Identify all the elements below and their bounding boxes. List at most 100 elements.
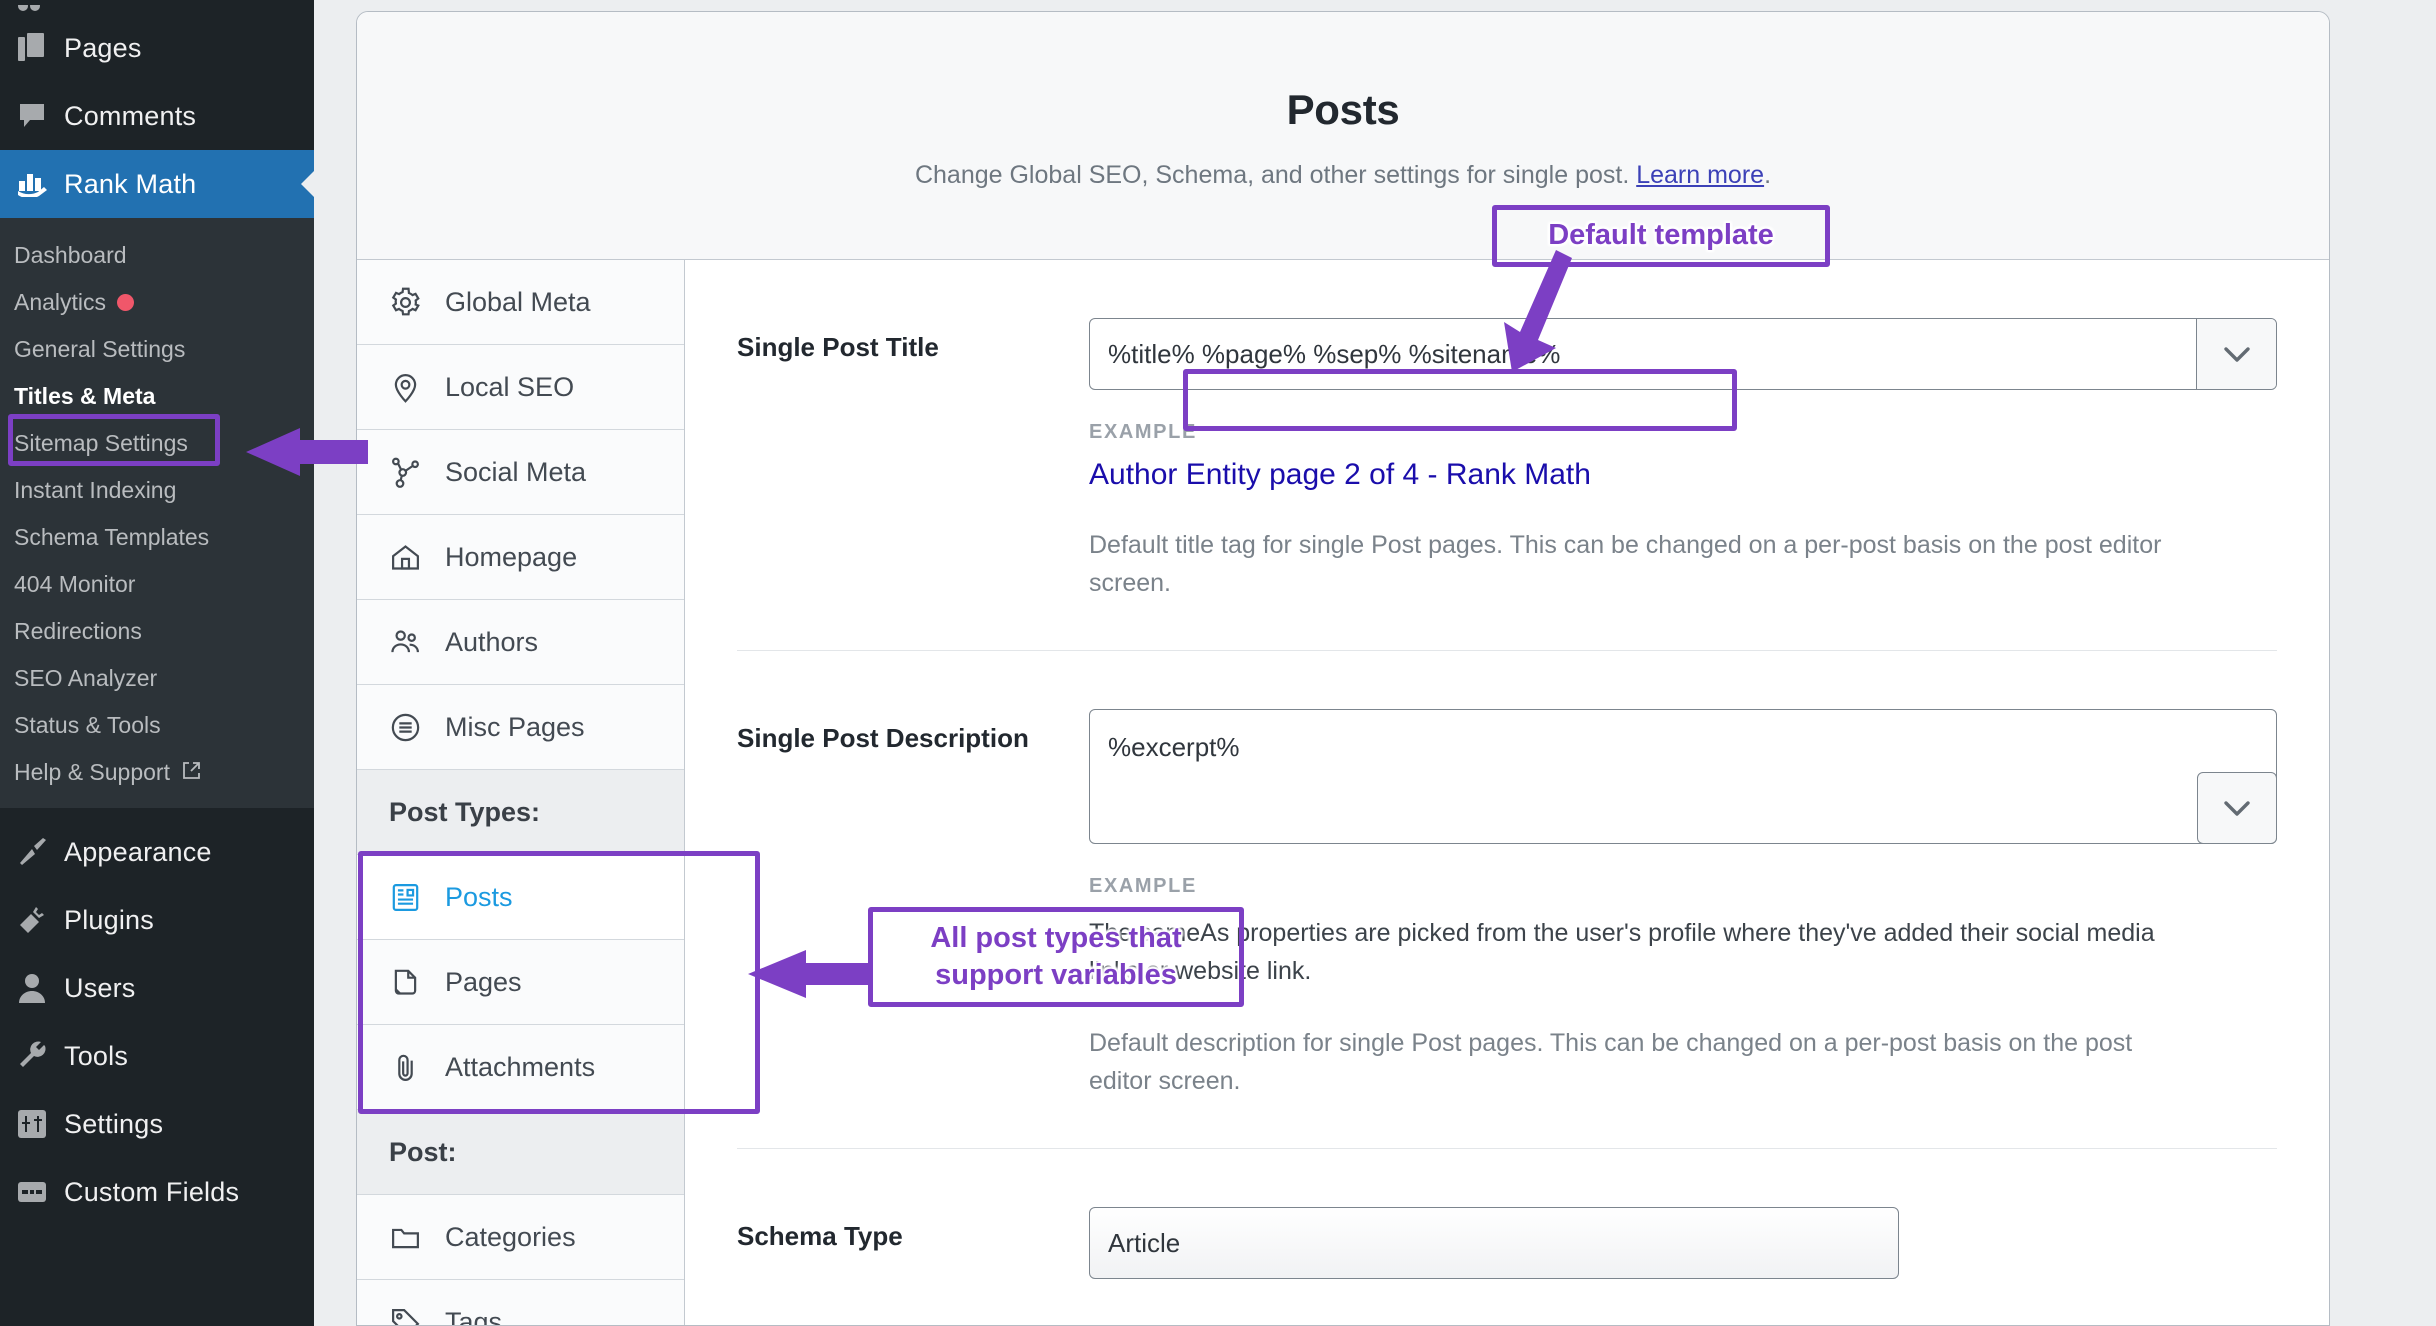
tab-label: Tags [445,1306,503,1326]
field-single-post-title: Single Post Title %title% %page% %sep% %… [737,260,2277,651]
sidebar-item-label: Appearance [64,836,212,867]
tools-wrench-icon [18,1038,64,1074]
submenu-label: Help & Support [14,758,170,785]
field-help-text: Default title tag for single Post pages.… [1089,531,2162,597]
pages-icon [18,30,64,66]
sidebar-bottom-group: Appearance Plugins Users Tools Settings [0,808,314,1226]
submenu-label: General Settings [14,335,186,362]
home-icon [389,541,445,574]
example-value: Author Entity page 2 of 4 - Rank Math [1089,458,1591,491]
tab-label: Homepage [445,541,578,572]
sidebar-item-pages[interactable]: Pages [0,14,314,82]
post-article-icon [389,881,445,914]
tab-label: Categories [445,1221,576,1252]
settings-card: Posts Change Global SEO, Schema, and oth… [356,11,2330,1326]
submenu-item-schema-templates[interactable]: Schema Templates [0,519,314,555]
tab-label: Posts [445,881,513,912]
submenu-label: Redirections [14,617,142,644]
wordpress-admin-sidebar: Pages Comments Rank Math Dashboard Analy… [0,0,314,1326]
submenu-item-analytics[interactable]: Analytics [0,284,314,320]
settings-pane: Single Post Title %title% %page% %sep% %… [685,260,2329,1325]
submenu-label: Schema Templates [14,523,210,550]
sidebar-item-users[interactable]: Users [0,954,314,1022]
single-post-description-textarea-wrap[interactable]: %excerpt% [1089,709,2277,844]
submenu-label: Status & Tools [14,711,161,738]
plugins-plug-icon [18,902,64,938]
folder-icon [389,1221,445,1254]
sidebar-item-label: Users [64,972,136,1003]
tag-icon [389,1306,445,1325]
submenu-item-status-tools[interactable]: Status & Tools [0,707,314,743]
schema-type-value: Article [1108,1227,1181,1258]
tab-authors[interactable]: Authors [357,600,684,685]
sidebar-item-label: Comments [64,100,197,131]
submenu-item-instant-indexing[interactable]: Instant Indexing [0,472,314,508]
sidebar-item-settings[interactable]: Settings [0,1090,314,1158]
notification-dot [117,293,135,311]
submenu-item-sitemap-settings[interactable]: Sitemap Settings [0,425,314,461]
users-icon [389,626,445,659]
field-label: Schema Type [737,1221,903,1251]
sidebar-item-rank-math[interactable]: Rank Math [0,150,314,218]
submenu-item-redirections[interactable]: Redirections [0,613,314,649]
tab-homepage[interactable]: Homepage [357,515,684,600]
paperclip-icon [389,1051,445,1084]
single-post-title-input-wrap[interactable]: %title% %page% %sep% %sitename% [1089,318,2277,390]
rank-math-icon [18,166,64,202]
page-subtitle-text: Change Global SEO, Schema, and other set… [914,161,1637,189]
single-post-description-textarea[interactable]: %excerpt% [1090,710,2276,763]
field-schema-type: Schema Type Article [737,1149,2277,1325]
tab-label: Authors [445,626,539,657]
tab-tags[interactable]: Tags [357,1280,684,1326]
submenu-item-seo-analyzer[interactable]: SEO Analyzer [0,660,314,696]
submenu-item-titles-meta[interactable]: Titles & Meta [0,378,314,414]
field-single-post-description: Single Post Description %excerpt% EXAMPL… [737,651,2277,1149]
example-label: EXAMPLE [1089,421,1197,443]
users-person-icon [18,970,64,1006]
tab-categories[interactable]: Categories [357,1195,684,1280]
submenu-label: Titles & Meta [14,382,156,409]
chevron-down-icon[interactable] [2197,772,2277,844]
tab-label: Misc Pages [445,711,585,742]
external-link-icon [182,759,201,786]
chevron-down-icon[interactable] [2196,319,2276,389]
tab-local-seo[interactable]: Local SEO [357,345,684,430]
sidebar-item-label: Plugins [64,904,154,935]
submenu-item-help-support[interactable]: Help & Support [0,754,314,790]
page-document-icon [389,966,445,999]
sidebar-item-plugins[interactable]: Plugins [0,886,314,954]
custom-fields-icon [18,1174,64,1210]
submenu-label: 404 Monitor [14,570,136,597]
sidebar-item-comments[interactable]: Comments [0,82,314,150]
sidebar-item-tools[interactable]: Tools [0,1022,314,1090]
sidebar-item-label: Settings [64,1108,164,1139]
tab-social-meta[interactable]: Social Meta [357,430,684,515]
annotation-default-template: Default template [1492,205,1830,267]
submenu-item-dashboard[interactable]: Dashboard [0,237,314,273]
schema-type-select[interactable]: Article [1089,1207,1899,1279]
sidebar-item-appearance[interactable]: Appearance [0,818,314,886]
tab-label: Attachments [445,1051,596,1082]
example-value: The sameAs properties are picked from th… [1089,919,2155,985]
tab-posts[interactable]: Posts [357,855,684,940]
tab-global-meta[interactable]: Global Meta [357,260,684,345]
submenu-item-general-settings[interactable]: General Settings [0,331,314,367]
settings-sliders-icon [18,1106,64,1142]
page-subtitle-suffix: . [1764,161,1772,189]
tab-attachments[interactable]: Attachments [357,1025,684,1110]
list-circle-icon [389,711,445,744]
field-help-text: Default description for single Post page… [1089,1029,2133,1095]
gear-icon [389,286,445,319]
learn-more-link[interactable]: Learn more [1636,161,1764,189]
tab-pages[interactable]: Pages [357,940,684,1025]
single-post-title-input[interactable]: %title% %page% %sep% %sitename% [1090,319,2196,389]
sidebar-item-label: Tools [64,1040,129,1071]
sidebar-item-label: Pages [64,32,142,63]
submenu-item-404-monitor[interactable]: 404 Monitor [0,566,314,602]
submenu-label: Sitemap Settings [14,429,188,456]
annotation-text: All post types that support variables [930,921,1182,991]
tab-group-post-types: Post Types: [357,770,684,855]
sidebar-item-custom-fields[interactable]: Custom Fields [0,1158,314,1226]
tab-misc-pages[interactable]: Misc Pages [357,685,684,770]
card-body: Global Meta Local SEO Social Meta Homepa… [357,260,2329,1326]
